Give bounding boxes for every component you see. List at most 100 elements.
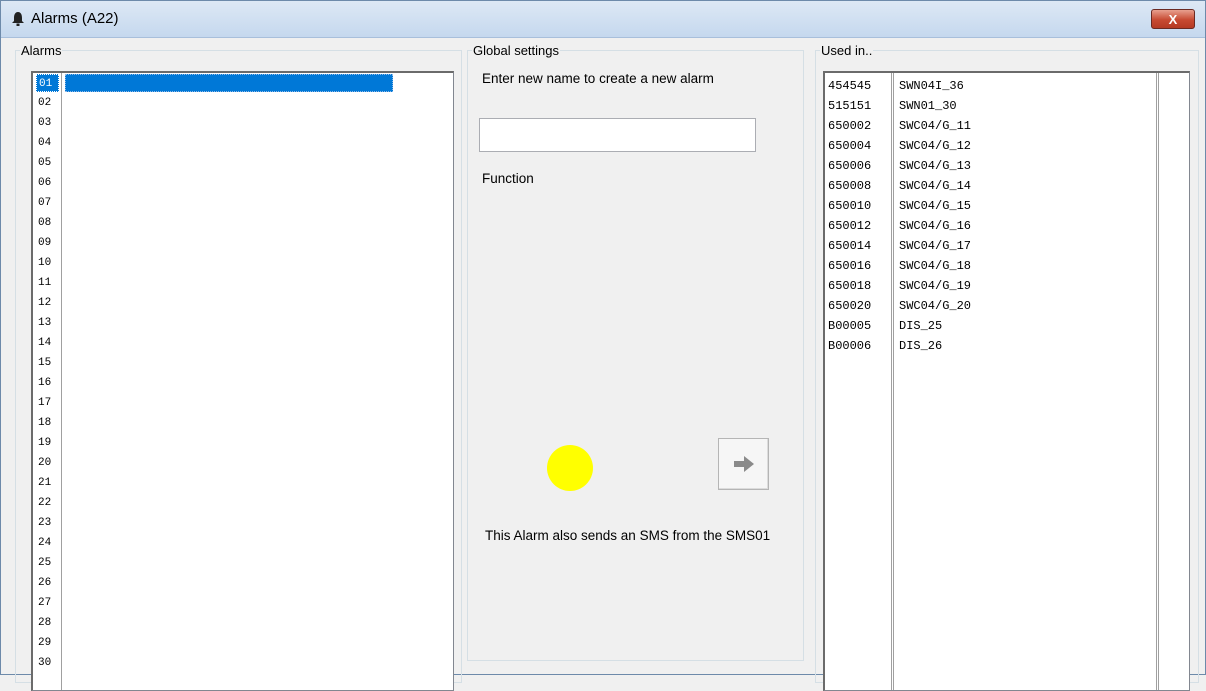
used-in-row[interactable]: 515151 SWN01_30 <box>825 97 1189 117</box>
alarm-name-cell <box>65 514 393 532</box>
used-in-id: 650006 <box>828 159 872 173</box>
alarm-row[interactable]: 03 <box>33 113 453 133</box>
used-in-id: 650018 <box>828 279 872 293</box>
alarm-name-cell <box>65 434 393 452</box>
alarm-number: 04 <box>38 137 52 149</box>
alarm-name-cell <box>65 654 393 672</box>
used-in-legend: Used in.. <box>821 43 873 58</box>
used-in-row[interactable]: 650004 SWC04/G_12 <box>825 137 1189 157</box>
alarm-row[interactable]: 06 <box>33 173 453 193</box>
used-in-row[interactable]: B00005 DIS_25 <box>825 317 1189 337</box>
used-in-name: SWC04/G_14 <box>899 179 972 193</box>
alarm-row[interactable]: 21 <box>33 473 453 493</box>
alarm-row[interactable]: 16 <box>33 373 453 393</box>
alarm-row[interactable]: 18 <box>33 413 453 433</box>
alarm-row[interactable]: 19 <box>33 433 453 453</box>
used-in-row[interactable]: 650006 SWC04/G_13 <box>825 157 1189 177</box>
used-in-row[interactable]: B00006 DIS_26 <box>825 337 1189 357</box>
alarm-list[interactable]: 01 02 03 04 05 06 07 08 09 10 11 12 13 14 15 16 17 18 19 20… <box>31 71 454 691</box>
alarm-row[interactable]: 09 <box>33 233 453 253</box>
used-in-id: 650016 <box>828 259 872 273</box>
alarm-name-cell <box>65 334 393 352</box>
alarm-number: 23 <box>38 517 52 529</box>
used-in-name: DIS_25 <box>899 319 943 333</box>
alarm-number: 19 <box>38 437 52 449</box>
alarm-row[interactable]: 23 <box>33 513 453 533</box>
used-in-row[interactable]: 650002 SWC04/G_11 <box>825 117 1189 137</box>
used-in-row[interactable]: 454545 SWN04I_36 <box>825 77 1189 97</box>
alarm-name-cell <box>65 494 393 512</box>
alarm-row[interactable]: 14 <box>33 333 453 353</box>
used-in-list[interactable]: 454545 SWN04I_36 515151 SWN01_30 650002 SWC04… <box>823 71 1190 691</box>
alarm-number: 06 <box>38 177 52 189</box>
alarm-row[interactable]: 05 <box>33 153 453 173</box>
alarm-name-cell <box>65 474 393 492</box>
used-in-id: B00006 <box>828 339 872 353</box>
used-in-id: 515151 <box>828 99 872 113</box>
alarm-row[interactable]: 27 <box>33 593 453 613</box>
alarm-row[interactable]: 12 <box>33 293 453 313</box>
used-in-row[interactable]: 650014 SWC04/G_17 <box>825 237 1189 257</box>
used-in-name: DIS_26 <box>899 339 943 353</box>
alarm-number: 29 <box>38 637 52 649</box>
alarm-row[interactable]: 25 <box>33 553 453 573</box>
alarm-row[interactable]: 04 <box>33 133 453 153</box>
alarm-row[interactable]: 22 <box>33 493 453 513</box>
alarm-row[interactable]: 29 <box>33 633 453 653</box>
alarm-name-cell <box>65 114 393 132</box>
title-bar[interactable]: Alarms (A22) X <box>1 1 1205 38</box>
alarm-row[interactable]: 10 <box>33 253 453 273</box>
used-in-name: SWC04/G_16 <box>899 219 972 233</box>
alarm-row[interactable]: 28 <box>33 613 453 633</box>
alarm-number: 20 <box>38 457 52 469</box>
used-in-row[interactable]: 650012 SWC04/G_16 <box>825 217 1189 237</box>
alarm-number: 02 <box>38 97 52 109</box>
alarm-number: 25 <box>38 557 52 569</box>
alarm-row[interactable]: 17 <box>33 393 453 413</box>
alarm-number: 22 <box>38 497 52 509</box>
alarm-name-cell <box>65 194 393 212</box>
used-in-id: B00005 <box>828 319 872 333</box>
apply-button[interactable] <box>718 438 769 490</box>
alarm-row[interactable]: 13 <box>33 313 453 333</box>
function-label: Function <box>482 171 534 186</box>
used-in-id: 650014 <box>828 239 872 253</box>
used-in-name: SWN04I_36 <box>899 79 964 93</box>
alarm-row[interactable]: 08 <box>33 213 453 233</box>
close-button[interactable]: X <box>1151 9 1195 29</box>
alarm-name-input[interactable] <box>479 118 756 152</box>
alarm-name-cell <box>65 554 393 572</box>
alarm-number: 03 <box>38 117 52 129</box>
alarm-name-cell <box>65 574 393 592</box>
alarm-row[interactable]: 02 <box>33 93 453 113</box>
global-settings-legend: Global settings <box>473 43 559 58</box>
alarm-row[interactable]: 30 <box>33 653 453 673</box>
used-in-row[interactable]: 650010 SWC04/G_15 <box>825 197 1189 217</box>
alarm-number: 11 <box>38 277 52 289</box>
alarm-number: 13 <box>38 317 52 329</box>
alarm-name-cell <box>65 594 393 612</box>
alarm-row[interactable]: 07 <box>33 193 453 213</box>
alarm-number: 16 <box>38 377 52 389</box>
alarm-name-cell <box>65 154 393 172</box>
alarm-row[interactable]: 20 <box>33 453 453 473</box>
alarm-name-cell <box>65 614 393 632</box>
used-in-row[interactable]: 650008 SWC04/G_14 <box>825 177 1189 197</box>
used-in-id: 650004 <box>828 139 872 153</box>
used-in-name: SWC04/G_11 <box>899 119 972 133</box>
used-in-row[interactable]: 650016 SWC04/G_18 <box>825 257 1189 277</box>
arrow-right-icon <box>734 456 754 472</box>
alarm-name-cell <box>65 234 393 252</box>
used-in-row[interactable]: 650018 SWC04/G_19 <box>825 277 1189 297</box>
used-in-name: SWC04/G_20 <box>899 299 972 313</box>
used-in-id: 650010 <box>828 199 872 213</box>
alarm-row[interactable]: 11 <box>33 273 453 293</box>
used-in-name: SWC04/G_13 <box>899 159 972 173</box>
alarm-row[interactable]: 01 <box>33 73 453 93</box>
used-in-row[interactable]: 650020 SWC04/G_20 <box>825 297 1189 317</box>
alarm-row[interactable]: 24 <box>33 533 453 553</box>
alarm-row[interactable]: 15 <box>33 353 453 373</box>
alarm-number: 14 <box>38 337 52 349</box>
alarms-legend: Alarms <box>21 43 62 58</box>
alarm-row[interactable]: 26 <box>33 573 453 593</box>
